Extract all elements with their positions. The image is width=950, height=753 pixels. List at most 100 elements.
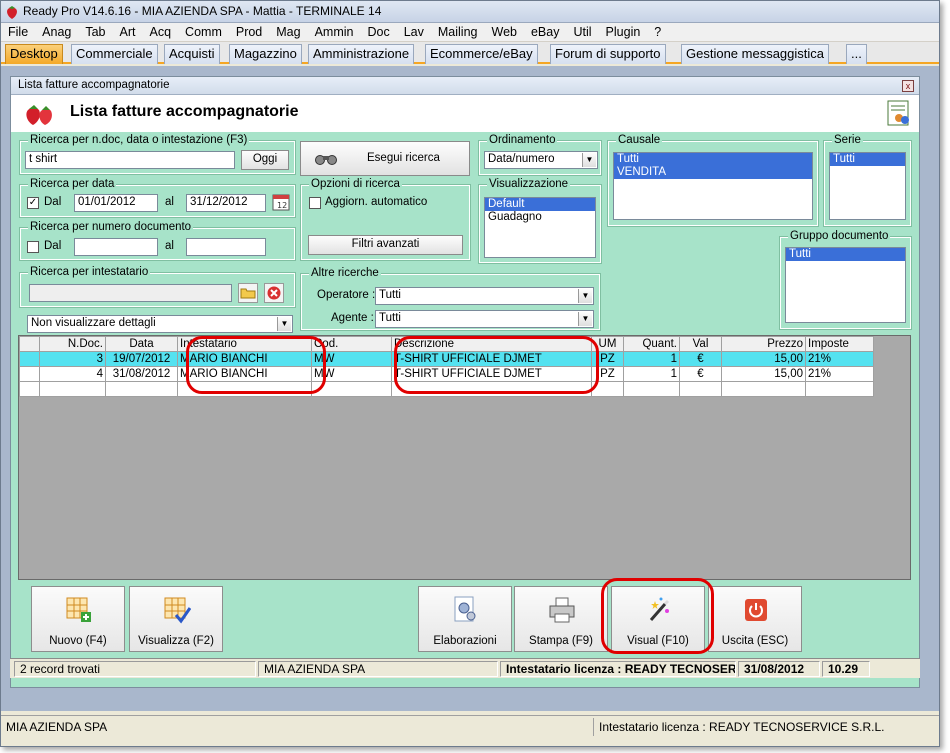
number-from-checkbox[interactable] <box>27 241 39 253</box>
tab-messaggistica[interactable]: Gestione messaggistica <box>681 44 830 64</box>
menu-acq[interactable]: Acq <box>143 23 179 41</box>
ordering-select[interactable]: Data/numero ▼ <box>484 151 598 169</box>
view-item-default[interactable]: Default <box>485 198 595 211</box>
auto-update-checkbox[interactable] <box>309 197 321 209</box>
column-header[interactable] <box>19 336 40 352</box>
row-selector[interactable] <box>19 366 40 382</box>
app-window: Ready Pro V14.6.16 - MIA AZIENDA SPA - M… <box>0 0 940 747</box>
date-search-legend: Ricerca per data <box>28 178 117 190</box>
menu-mailing[interactable]: Mailing <box>431 23 485 41</box>
tab-forum[interactable]: Forum di supporto <box>550 44 666 64</box>
menu-art[interactable]: Art <box>113 23 143 41</box>
menu-mag[interactable]: Mag <box>269 23 307 41</box>
number-from-input[interactable] <box>74 238 158 256</box>
clear-icon[interactable] <box>264 283 284 303</box>
menu-doc[interactable]: Doc <box>361 23 397 41</box>
app-title-bar: Ready Pro V14.6.16 - MIA AZIENDA SPA - M… <box>1 1 939 23</box>
row-selector[interactable] <box>19 351 40 367</box>
advanced-filters-button[interactable]: Filtri avanzati <box>308 235 463 255</box>
column-header[interactable]: Prezzo <box>721 336 806 352</box>
view-button[interactable]: Visualizza (F2) <box>129 586 223 652</box>
tab-acquisti[interactable]: Acquisti <box>164 44 220 64</box>
menu-file[interactable]: File <box>1 23 35 41</box>
exit-button-label: Uscita (ESC) <box>721 635 789 647</box>
folder-icon[interactable] <box>238 283 258 303</box>
menu-anag[interactable]: Anag <box>35 23 78 41</box>
menu-util[interactable]: Util <box>566 23 598 41</box>
visual-button[interactable]: Visual (F10) <box>611 586 705 652</box>
tab-magazzino[interactable]: Magazzino <box>229 44 302 64</box>
doc-group-item-tutti[interactable]: Tutti <box>786 248 905 261</box>
exit-button[interactable]: Uscita (ESC) <box>708 586 802 652</box>
causale-item-vendita[interactable]: VENDITA <box>614 166 812 179</box>
menu-lav[interactable]: Lav <box>397 23 431 41</box>
chevron-down-icon: ▼ <box>277 317 291 331</box>
serie-item-tutti[interactable]: Tutti <box>830 153 905 166</box>
column-header[interactable]: Descrizione <box>391 336 592 352</box>
table-row[interactable]: 4 31/08/2012 MARIO BIANCHI MW T-SHIRT UF… <box>19 366 874 382</box>
tab-amministrazione[interactable]: Amministrazione <box>308 44 415 64</box>
column-header[interactable]: N.Doc. <box>39 336 106 352</box>
causale-item-tutti[interactable]: Tutti <box>614 153 812 166</box>
menu-web[interactable]: Web <box>485 23 524 41</box>
view-grid-icon <box>164 597 191 624</box>
holder-input[interactable] <box>29 284 232 302</box>
visual-button-label: Visual (F10) <box>627 635 689 647</box>
table-row-empty[interactable] <box>19 381 874 397</box>
view-list[interactable]: Default Guadagno <box>484 197 596 258</box>
number-to-input[interactable] <box>186 238 266 256</box>
view-item-guadagno[interactable]: Guadagno <box>485 211 595 224</box>
table-row[interactable]: 3 19/07/2012 MARIO BIANCHI MW T-SHIRT UF… <box>19 351 874 367</box>
execute-search-button[interactable]: Esegui ricerca <box>300 141 470 176</box>
row-selector[interactable] <box>19 381 40 397</box>
new-button[interactable]: Nuovo (F4) <box>31 586 125 652</box>
serie-list[interactable]: Tutti <box>829 152 906 220</box>
status-time: 10.29 <box>822 661 870 677</box>
details-select[interactable]: Non visualizzare dettagli ▼ <box>27 315 293 333</box>
number-from-label: Dal <box>44 240 62 252</box>
agent-label: Agente : <box>331 312 374 324</box>
close-icon[interactable]: x <box>902 80 914 92</box>
menu-help[interactable]: ? <box>647 23 668 41</box>
agent-select[interactable]: Tutti ▼ <box>375 310 594 328</box>
operator-select[interactable]: Tutti ▼ <box>375 287 594 305</box>
cell-date: 31/08/2012 <box>105 366 178 382</box>
date-to-input[interactable]: 31/12/2012 <box>186 194 266 212</box>
column-header[interactable]: Quant. <box>623 336 680 352</box>
calendar-icon[interactable]: 12 <box>272 193 290 211</box>
window-title: Lista fatture accompagnatorie <box>18 79 170 91</box>
column-header[interactable]: Cod. <box>311 336 392 352</box>
print-button[interactable]: Stampa (F9) <box>514 586 608 652</box>
column-header[interactable]: Data <box>105 336 178 352</box>
menu-comm[interactable]: Comm <box>178 23 229 41</box>
date-from-input[interactable]: 01/01/2012 <box>74 194 158 212</box>
column-header[interactable]: Intestatario <box>177 336 312 352</box>
menu-ammin[interactable]: Ammin <box>308 23 361 41</box>
tab-ecommerce[interactable]: Ecommerce/eBay <box>425 44 538 64</box>
tab-more[interactable]: ... <box>846 44 867 64</box>
menu-ebay[interactable]: eBay <box>524 23 567 41</box>
number-to-label: al <box>165 240 174 252</box>
cell-currency: € <box>679 351 722 367</box>
empty-cell <box>623 381 680 397</box>
date-from-checkbox[interactable]: ✓ <box>27 197 39 209</box>
tab-desktop[interactable]: Desktop <box>5 44 63 64</box>
processing-button-label: Elaborazioni <box>433 635 497 647</box>
today-button[interactable]: Oggi <box>241 150 289 170</box>
search-input[interactable]: t shirt <box>25 151 235 169</box>
operator-label: Operatore : <box>317 289 376 301</box>
causale-list[interactable]: Tutti VENDITA <box>613 152 813 220</box>
binoculars-icon <box>315 155 337 165</box>
column-header[interactable]: UM <box>591 336 624 352</box>
users-list-icon[interactable] <box>887 100 911 128</box>
column-header[interactable]: Imposte <box>805 336 874 352</box>
menu-tab[interactable]: Tab <box>78 23 112 41</box>
column-header[interactable]: Val <box>679 336 722 352</box>
menu-prod[interactable]: Prod <box>229 23 269 41</box>
processing-button[interactable]: Elaborazioni <box>418 586 512 652</box>
doc-group-list[interactable]: Tutti <box>785 247 906 323</box>
tab-commerciale[interactable]: Commerciale <box>71 44 158 64</box>
agent-value: Tutti <box>379 312 401 324</box>
menu-plugin[interactable]: Plugin <box>599 23 648 41</box>
app-status-bar: MIA AZIENDA SPA Intestatario licenza : R… <box>1 715 939 737</box>
